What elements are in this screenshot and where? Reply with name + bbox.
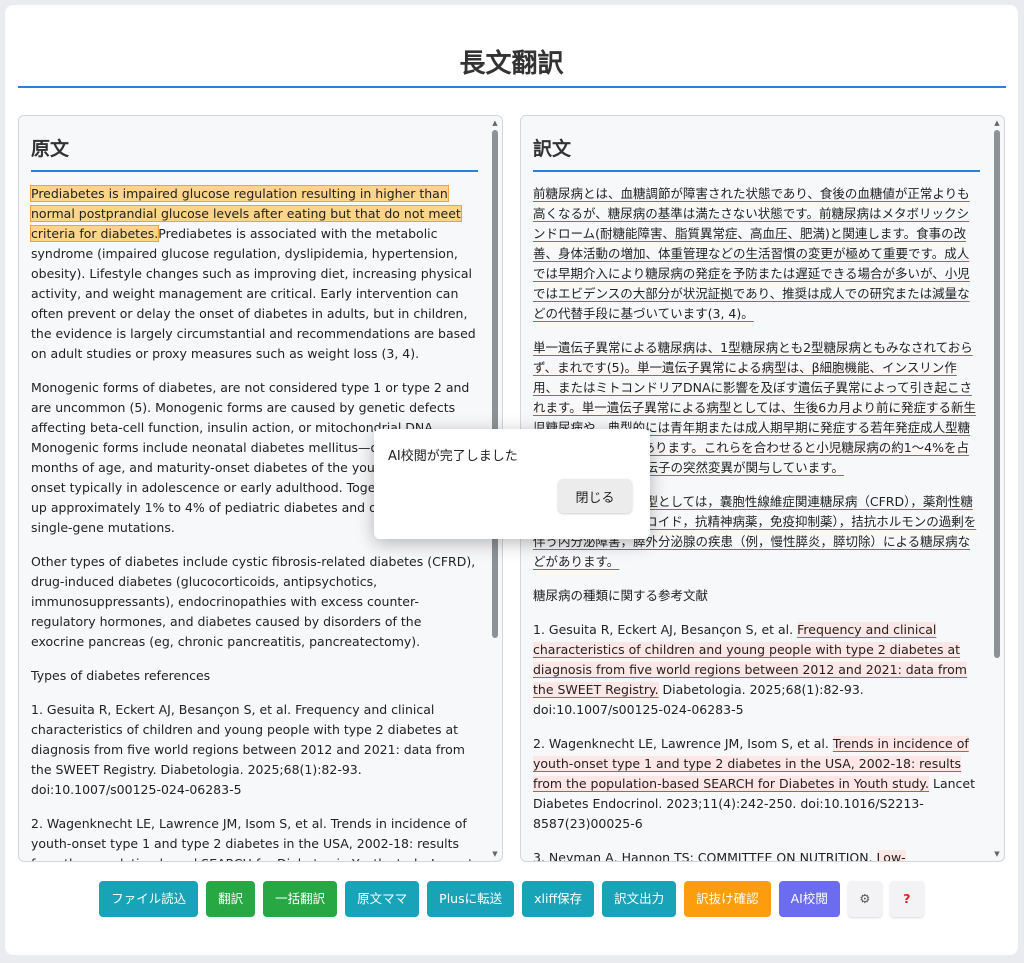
page-title: 長文翻訳 [459, 49, 564, 79]
scroll-up-arrow-icon[interactable]: ▲ [490, 118, 500, 128]
translation-ref-authors[interactable]: 2. Wagenknecht LE, Lawrence JM, Isom S, … [533, 736, 833, 751]
ai-review-button[interactable]: AI校閲 [778, 881, 840, 917]
check-omissions-button[interactable]: 訳抜け確認 [684, 881, 771, 917]
scroll-thumb[interactable] [994, 130, 1000, 658]
settings-gear-icon[interactable]: ⚙ [847, 881, 882, 917]
action-toolbar: ファイル読込 翻訳 一括翻訳 原文ママ Plusに転送 xliff保存 訳文出力 訳抜け確認 A… [5, 881, 1018, 917]
batch-translate-button[interactable]: 一括翻訳 [263, 881, 338, 917]
help-question-icon[interactable]: ? [889, 881, 924, 917]
translation-heading: 訳文 [533, 134, 980, 172]
source-paragraph-5[interactable]: 1. Gesuita R, Eckert AJ, Besançon S, et … [31, 700, 478, 800]
scroll-down-arrow-icon[interactable]: ▼ [992, 849, 1002, 859]
scroll-up-arrow-icon[interactable]: ▲ [992, 118, 1002, 128]
source-paragraph-4[interactable]: Types of diabetes references [31, 666, 478, 686]
source-paragraph-1[interactable]: Prediabetes is impaired glucose regulati… [30, 184, 478, 364]
export-translation-button[interactable]: 訳文出力 [602, 881, 677, 917]
save-xliff-button[interactable]: xliff保存 [522, 881, 595, 917]
translation-ref-authors[interactable]: 1. Gesuita R, Eckert AJ, Besançon S, et … [533, 622, 797, 637]
dialog-message: AI校閲が完了しました [388, 449, 518, 464]
scroll-down-arrow-icon[interactable]: ▼ [490, 849, 500, 859]
source-sentence[interactable]: Prediabetes is associated with the metab… [31, 226, 476, 361]
translation-scrollbar[interactable]: ▲ ▼ [992, 118, 1002, 859]
dialog-close-button[interactable]: 閉じる [558, 479, 632, 513]
translation-paragraph-4[interactable]: 糖尿病の種類に関する参考文献 [533, 586, 980, 606]
translation-paragraph-7[interactable]: 3. Neyman A, Hannon TS; COMMITTEE ON NUT… [533, 848, 980, 861]
source-paragraph-3[interactable]: Other types of diabetes include cystic f… [31, 552, 478, 652]
keep-source-button[interactable]: 原文ママ [345, 881, 420, 917]
source-paragraph-6[interactable]: 2. Wagenknecht LE, Lawrence JM, Isom S, … [31, 814, 478, 861]
source-heading: 原文 [31, 134, 478, 172]
translation-ref-authors[interactable]: 3. Neyman A, Hannon TS; COMMITTEE ON NUT… [533, 850, 877, 861]
send-to-plus-button[interactable]: Plusに転送 [427, 881, 515, 917]
translation-paragraph-1[interactable]: 前糖尿病とは、血糖調節が障害された状態であり、食後の血糖値が正常よりも高くなるが… [533, 184, 980, 324]
scroll-thumb[interactable] [492, 130, 498, 638]
translation-paragraph-5[interactable]: 1. Gesuita R, Eckert AJ, Besançon S, et … [533, 620, 980, 720]
review-complete-dialog: AI校閲が完了しました 閉じる [374, 429, 650, 539]
translation-paragraph-6[interactable]: 2. Wagenknecht LE, Lawrence JM, Isom S, … [533, 734, 980, 834]
title-divider [18, 86, 1006, 88]
load-file-button[interactable]: ファイル読込 [99, 881, 199, 917]
translate-button[interactable]: 翻訳 [206, 881, 256, 917]
